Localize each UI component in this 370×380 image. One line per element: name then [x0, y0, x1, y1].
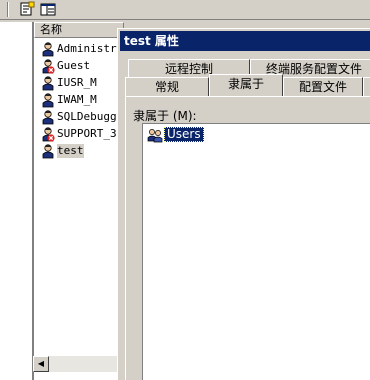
list-item-iwam[interactable]: IWAM_M	[38, 92, 124, 109]
list-item-sqldebugger[interactable]: SQLDebugger	[38, 109, 124, 126]
user-icon	[42, 42, 54, 57]
list-item-label: SUPPORT_3.	[57, 127, 124, 140]
list-item-label: test	[57, 144, 84, 158]
disabled-user-icon	[42, 59, 55, 74]
tab-general[interactable]: 常规	[125, 77, 209, 97]
tab-profile[interactable]: 配置文件	[283, 77, 363, 97]
list-item-guest[interactable]: Guest	[38, 58, 124, 75]
list-item-label: Guest	[57, 59, 91, 72]
list-view-icon[interactable]	[39, 1, 57, 18]
member-of-label: 隶属于 (M):	[133, 109, 197, 123]
list-item-label: SQLDebugger	[57, 110, 124, 123]
user-list-pane[interactable]: 名称 Administr. Guest IUSR_M IWAM_M SQLDeb…	[33, 22, 124, 380]
toolbar	[0, 0, 370, 20]
list-item-support[interactable]: SUPPORT_3.	[38, 126, 124, 143]
list-item-label: IWAM_M	[57, 93, 97, 106]
scroll-left-icon[interactable]: ◀	[33, 356, 49, 372]
tab-overflow[interactable]	[363, 77, 370, 97]
user-icon	[42, 144, 54, 159]
properties-icon[interactable]	[18, 1, 36, 18]
properties-dialog: test 属性 远程控制 终端服务配置文件 常规 隶属于 配置文件 隶属于 (M…	[117, 28, 370, 380]
group-icon	[147, 129, 163, 143]
name-column-header[interactable]: 名称	[34, 22, 124, 38]
list-item-label: Administr.	[57, 42, 124, 55]
user-icon	[42, 110, 54, 125]
list-item-administrator[interactable]: Administr.	[38, 41, 124, 58]
toolbar-separator	[7, 2, 9, 17]
user-icon	[42, 76, 54, 91]
disabled-user-icon	[42, 127, 55, 142]
tree-pane[interactable]	[0, 22, 33, 380]
list-item-test[interactable]: test	[38, 143, 124, 160]
dialog-title: test 属性	[120, 31, 370, 51]
member-of-list[interactable]: Users	[142, 123, 370, 380]
tab-member-of[interactable]: 隶属于	[209, 74, 283, 96]
list-item-label: IUSR_M	[57, 76, 97, 89]
horizontal-scrollbar[interactable]: ◀	[33, 356, 123, 372]
list-item-iusr[interactable]: IUSR_M	[38, 75, 124, 92]
user-icon	[42, 93, 54, 108]
mmc-window: 名称 Administr. Guest IUSR_M IWAM_M SQLDeb…	[0, 0, 370, 380]
member-label: Users	[164, 127, 204, 142]
member-item-users[interactable]: Users	[147, 127, 204, 143]
